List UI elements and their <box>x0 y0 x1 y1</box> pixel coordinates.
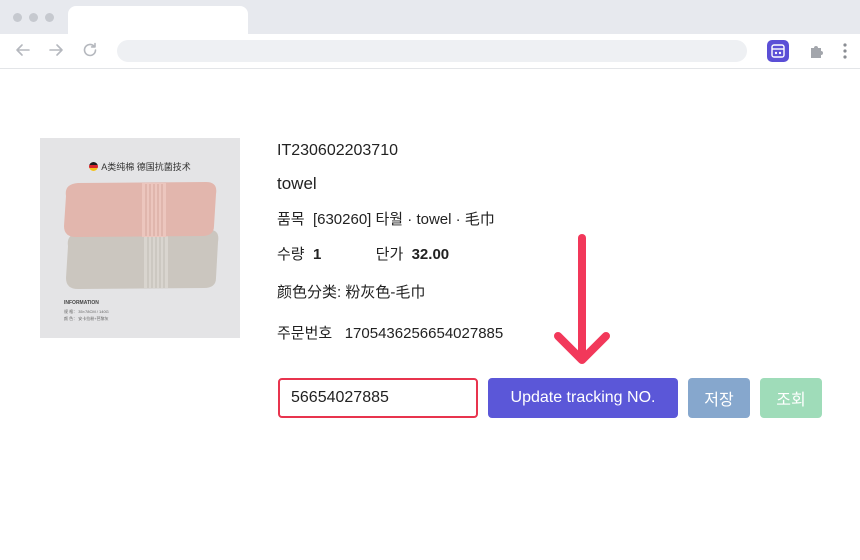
quantity-value: 1 <box>312 246 322 263</box>
browser-toolbar <box>0 34 860 69</box>
order-label: 주문번호 <box>277 325 333 342</box>
menu-dots-icon[interactable] <box>840 42 850 60</box>
product-variant: 颜色分类: 粉灰色-毛巾 <box>277 284 426 301</box>
quantity-price-row: 수량 1 단가 32.00 <box>277 243 449 264</box>
address-bar[interactable] <box>117 40 747 62</box>
image-info-title: INFORMATION <box>64 300 99 306</box>
tracking-number-input[interactable] <box>278 378 478 418</box>
category-value: [630260] 타월 · towel · 毛巾 <box>312 211 495 228</box>
update-tracking-button[interactable]: Update tracking NO. <box>488 378 678 418</box>
product-category: 품목 [630260] 타월 · towel · 毛巾 <box>277 208 495 229</box>
query-button[interactable]: 조회 <box>760 378 822 418</box>
order-number: 1705436256654027885 <box>344 325 504 342</box>
puzzle-icon[interactable] <box>808 42 826 60</box>
product-sku: IT230602203710 <box>277 142 398 159</box>
price-label: 단가 <box>375 246 404 263</box>
price-value: 32.00 <box>411 246 450 263</box>
towel-stack-illustration <box>64 182 219 289</box>
quantity-label: 수량 <box>277 246 305 263</box>
order-number-row: 주문번호 1705436256654027885 <box>277 322 503 343</box>
forward-arrow-icon[interactable] <box>46 40 66 60</box>
window-dot-close[interactable] <box>13 13 22 22</box>
category-label: 품목 <box>277 211 305 228</box>
image-info-size: 规 格： 35×78CM / 140G <box>64 309 109 314</box>
down-arrow-annotation-icon <box>554 234 610 364</box>
extension-icon[interactable] <box>767 40 789 62</box>
product-image: A类纯棉 德国抗菌技术 INFORMATION 规 格： 35×78CM / 1… <box>40 138 240 338</box>
browser-tab-bar <box>0 0 860 34</box>
save-button[interactable]: 저장 <box>688 378 750 418</box>
image-info-color: 颜 色： 安卡拉粉+芭黎灰 <box>64 316 109 321</box>
product-name: towel <box>277 174 317 193</box>
reload-icon[interactable] <box>80 40 100 60</box>
browser-tab[interactable] <box>68 6 248 34</box>
window-dot-maximize[interactable] <box>45 13 54 22</box>
back-arrow-icon[interactable] <box>13 40 33 60</box>
window-dot-minimize[interactable] <box>29 13 38 22</box>
